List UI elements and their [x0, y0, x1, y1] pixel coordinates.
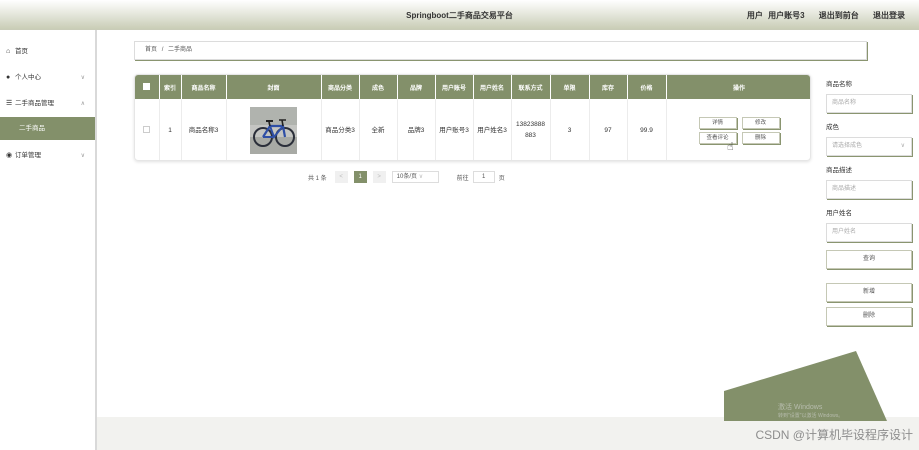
- cell-cover: [226, 99, 322, 160]
- pager-page-1[interactable]: 1: [353, 171, 367, 183]
- username-label: 用户姓名: [826, 210, 852, 217]
- add-button[interactable]: 新增: [826, 283, 912, 302]
- filter-panel: 商品名称 商品名称 成色 请选择成色 ∨ 商品描述 商品描述 用户姓名 用户姓名…: [826, 78, 916, 326]
- chevron-down-icon: ∨: [80, 153, 85, 159]
- pagination: 共 1 条 < 1 > 10条/页 ∨ 前往 1 页: [308, 171, 505, 183]
- col-category: 商品分类: [321, 75, 360, 99]
- col-stock: 库存: [589, 75, 628, 99]
- pager-goto-input[interactable]: 1: [472, 171, 495, 183]
- sidebar-item-label: 二手商品管理: [15, 100, 54, 107]
- table-row: 1 商品名称3 商品分类3 全新 品牌3 用户账号3 用户姓名3 1382388…: [135, 99, 810, 160]
- col-brand: 品牌: [397, 75, 436, 99]
- header-actions: 用户 用户账号3 退出到前台 退出登录: [747, 10, 905, 21]
- cell-account: 用户账号3: [435, 99, 474, 160]
- delete-row-button[interactable]: 删除: [741, 131, 780, 144]
- col-price: 价格: [627, 75, 667, 99]
- hand-cursor-icon: ☝: [727, 141, 734, 153]
- user-icon: ●: [6, 74, 11, 81]
- user-role: 用户: [746, 11, 763, 20]
- condition-placeholder: 请选择成色: [832, 143, 863, 149]
- cell-phone: 13823888883: [511, 99, 551, 160]
- bicycle-image: [250, 106, 297, 154]
- pager-next-button[interactable]: >: [372, 171, 386, 183]
- sidebar-item-label: 订单管理: [15, 152, 41, 159]
- cell-condition: 全新: [359, 99, 398, 160]
- sidebar-item-label: 首页: [15, 48, 28, 55]
- breadcrumb-separator: /: [161, 47, 164, 53]
- name-label: 商品名称: [826, 81, 852, 88]
- watermark-line2: 转到"设置"以激活 Windows。: [778, 413, 844, 419]
- col-actions: 操作: [666, 75, 810, 99]
- pager-size-value: 10条/页: [396, 174, 418, 180]
- chevron-up-icon: ∧: [80, 101, 85, 107]
- cell-category: 商品分类3: [321, 99, 360, 160]
- username-input[interactable]: 用户姓名: [826, 223, 912, 242]
- pager-page-suffix: 页: [498, 175, 505, 182]
- col-index: 索引: [159, 75, 182, 99]
- select-all-checkbox[interactable]: [135, 75, 160, 99]
- sliders-icon: ☰: [6, 100, 13, 107]
- user-name: 用户账号3: [768, 11, 805, 20]
- cell-price: 99.9: [627, 99, 667, 160]
- condition-select[interactable]: 请选择成色 ∨: [826, 137, 912, 156]
- col-condition: 成色: [359, 75, 398, 99]
- sidebar-item-home[interactable]: ⌂ 首页: [0, 39, 95, 65]
- col-username: 用户姓名: [473, 75, 512, 99]
- logout-link[interactable]: 退出登录: [873, 11, 905, 20]
- table-header-row: 索引 商品名称 封面 商品分类 成色 品牌 用户账号 用户姓名 联系方式 单限 …: [135, 75, 810, 99]
- cell-stock: 97: [589, 99, 628, 160]
- sidebar-item-label: 个人中心: [15, 74, 41, 81]
- chevron-down-icon: ∨: [80, 75, 85, 81]
- pager-prev-button[interactable]: <: [334, 171, 348, 183]
- sidebar-item-goods-management[interactable]: ☰ 二手商品管理 ∧: [0, 91, 95, 117]
- detail-button[interactable]: 详情: [698, 116, 737, 129]
- sidebar-item-profile[interactable]: ● 个人中心 ∨: [0, 65, 95, 91]
- condition-label: 成色: [826, 124, 839, 131]
- chevron-down-icon: ∨: [418, 174, 424, 180]
- search-button[interactable]: 查询: [826, 250, 912, 269]
- breadcrumb: 首页 / 二手商品: [134, 41, 867, 60]
- location-icon: ◉: [6, 152, 13, 159]
- col-name: 商品名称: [181, 75, 227, 99]
- cell-username: 用户姓名3: [473, 99, 512, 160]
- sidebar: ⌂ 首页 ● 个人中心 ∨ ☰ 二手商品管理 ∧ 二手商品 ◉ 订单管理 ∨: [0, 30, 97, 450]
- batch-delete-button[interactable]: 删除: [826, 307, 912, 326]
- cell-limit: 3: [550, 99, 590, 160]
- back-to-front-link[interactable]: 退出到前台: [819, 11, 859, 20]
- pager-goto-label: 前往: [456, 175, 469, 182]
- name-input[interactable]: 商品名称: [826, 94, 912, 113]
- desc-label: 商品描述: [826, 167, 852, 174]
- windows-watermark: 激活 Windows 转到"设置"以激活 Windows。: [778, 403, 843, 421]
- sidebar-item-goods[interactable]: 二手商品: [0, 117, 95, 140]
- col-limit: 单限: [550, 75, 590, 99]
- pager-total: 共 1 条: [308, 175, 327, 182]
- goods-table: 索引 商品名称 封面 商品分类 成色 品牌 用户账号 用户姓名 联系方式 单限 …: [134, 74, 811, 161]
- csdn-watermark: CSDN @计算机毕设程序设计: [755, 428, 913, 442]
- col-phone: 联系方式: [511, 75, 551, 99]
- row-checkbox[interactable]: [135, 99, 160, 160]
- sidebar-item-label: 二手商品: [19, 125, 45, 132]
- sidebar-item-orders[interactable]: ◉ 订单管理 ∨: [0, 143, 95, 169]
- chevron-down-icon: ∨: [900, 143, 905, 149]
- cell-name: 商品名称3: [181, 99, 227, 160]
- pager-size-select[interactable]: 10条/页 ∨: [391, 171, 439, 183]
- home-icon: ⌂: [6, 48, 11, 55]
- cell-brand: 品牌3: [397, 99, 436, 160]
- edit-button[interactable]: 修改: [741, 116, 780, 129]
- col-account: 用户账号: [435, 75, 474, 99]
- breadcrumb-current: 二手商品: [168, 47, 193, 53]
- desc-input[interactable]: 商品描述: [826, 180, 912, 199]
- cell-index: 1: [159, 99, 182, 160]
- watermark-line1: 激活 Windows: [778, 404, 823, 411]
- col-cover: 封面: [226, 75, 322, 99]
- cell-actions: 详情 修改 查看评论 删除: [666, 99, 810, 160]
- top-header: Springboot二手商品交易平台 用户 用户账号3 退出到前台 退出登录: [0, 0, 919, 30]
- breadcrumb-home[interactable]: 首页: [145, 47, 157, 53]
